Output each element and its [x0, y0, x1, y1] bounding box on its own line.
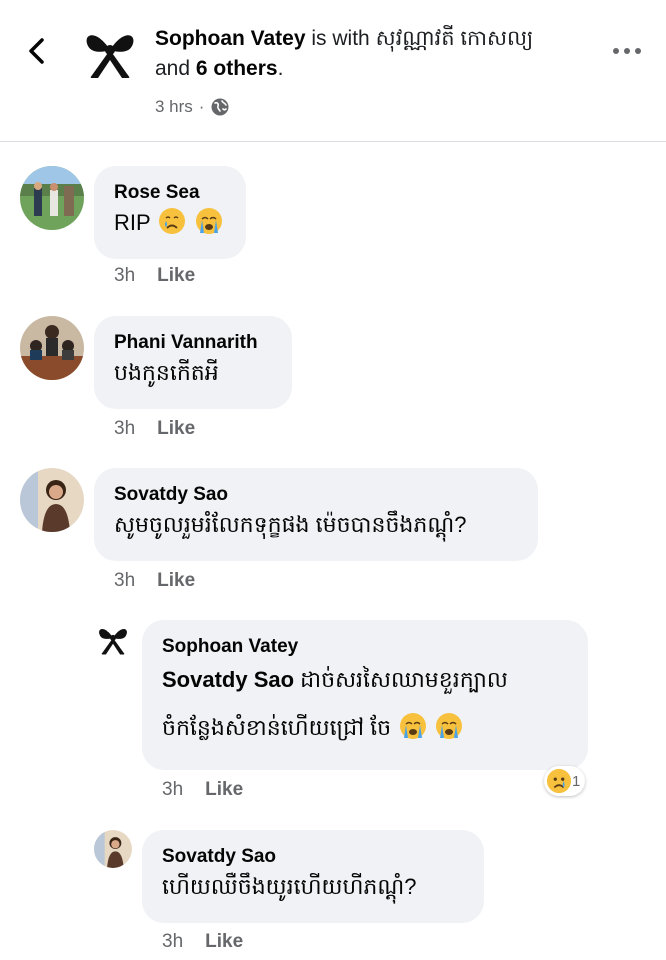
- reply-bubble: Sophoan Vatey Sovatdy Sao ដាច់សរសៃឈាមខួរ…: [142, 620, 588, 770]
- reply-time[interactable]: 3h: [162, 779, 183, 801]
- reply-bubble: Sovatdy Sao ហើយឈឺចឹងយូរហើយហីភណ្ដុំ?: [142, 830, 484, 923]
- reply-text-line2: ចំកន្លែងសំខាន់ហើយជ្រៅ ចែ: [162, 715, 392, 740]
- comment-author[interactable]: Rose Sea: [114, 180, 226, 206]
- comment-actions: 3h Like: [114, 570, 195, 592]
- black-ribbon-icon: RIP: [78, 20, 142, 84]
- more-dots-icon: [613, 48, 641, 54]
- and-text: and: [155, 57, 191, 80]
- tagged-person[interactable]: សុវណ្ណាវតី កោសល្យ: [376, 27, 534, 50]
- comment-text-content: RIP: [114, 210, 151, 235]
- loudly-crying-face-icon: [195, 208, 222, 234]
- back-button[interactable]: [22, 34, 54, 68]
- like-button[interactable]: Like: [205, 779, 243, 801]
- reply-time[interactable]: 3h: [162, 931, 183, 953]
- avatar-photo: [94, 830, 132, 868]
- comment-bubble: Rose Sea RIP: [94, 166, 246, 259]
- comment-text: RIP: [114, 206, 226, 240]
- post-attribution: Sophoan Vatey is with សុវណ្ណាវតី កោសល្យ …: [155, 24, 585, 84]
- comment-author[interactable]: Phani Vannarith: [114, 330, 272, 356]
- black-ribbon-icon: RIP: [94, 620, 132, 658]
- author-name[interactable]: Sophoan Vatey: [155, 27, 306, 50]
- comment-bubble: Sovatdy Sao សូមចូលរួមរំលែកទុក្ខផង ម៉េចបា…: [94, 468, 538, 561]
- reply-text: Sovatdy Sao ដាច់សរសៃឈាមខួរក្បាល ចំកន្លែង…: [162, 656, 568, 752]
- avatar-photo: [20, 468, 84, 532]
- mention-tag[interactable]: Sovatdy Sao: [162, 667, 294, 692]
- reaction-count: 1: [572, 772, 581, 790]
- sad-reaction-icon: [546, 768, 572, 794]
- post-meta: 3 hrs ·: [155, 97, 230, 117]
- globe-icon: [211, 98, 229, 116]
- comment-author[interactable]: Sovatdy Sao: [114, 482, 518, 508]
- comment-text: បងកូនកើតអី: [114, 360, 219, 385]
- commenter-avatar[interactable]: [20, 316, 84, 380]
- author-avatar[interactable]: RIP: [78, 20, 142, 84]
- with-text: is with: [311, 27, 370, 50]
- comment-actions: 3h Like: [114, 265, 195, 287]
- comment-bubble: Phani Vannarith បងកូនកើតអី: [94, 316, 292, 409]
- period: .: [277, 57, 284, 80]
- crying-face-icon: [159, 208, 186, 234]
- reaction-badge[interactable]: 1: [544, 766, 586, 796]
- reply-text: ហើយឈឺចឹងយូរហើយហីភណ្ដុំ?: [162, 874, 417, 899]
- avatar-photo: [20, 316, 84, 380]
- svg-text:RIP: RIP: [107, 626, 119, 634]
- post-time[interactable]: 3 hrs: [155, 97, 193, 117]
- commenter-avatar[interactable]: [20, 166, 84, 230]
- reply-author[interactable]: Sovatdy Sao: [162, 844, 464, 870]
- replier-avatar[interactable]: [94, 830, 132, 868]
- others-link[interactable]: 6 others: [196, 57, 278, 80]
- more-options-button[interactable]: [612, 44, 642, 58]
- reply-text-line1: ដាច់សរសៃឈាមខួរក្បាល: [300, 667, 508, 692]
- meta-separator: ·: [198, 97, 205, 116]
- like-button[interactable]: Like: [205, 931, 243, 953]
- reply-actions: 3h Like: [162, 779, 243, 801]
- svg-text:RIP: RIP: [101, 32, 119, 43]
- avatar-photo: [20, 166, 84, 230]
- comment-text: សូមចូលរួមរំលែកទុក្ខផង ម៉េចបានចឹងភណ្ដុំ?: [114, 512, 467, 537]
- comment-time[interactable]: 3h: [114, 418, 135, 440]
- like-button[interactable]: Like: [157, 570, 195, 592]
- post-header: RIP Sophoan Vatey is with សុវណ្ណាវតី កោស…: [0, 0, 666, 142]
- commenter-avatar[interactable]: [20, 468, 84, 532]
- like-button[interactable]: Like: [157, 265, 195, 287]
- like-button[interactable]: Like: [157, 418, 195, 440]
- loudly-crying-face-icon: [400, 713, 427, 739]
- loudly-crying-face-icon: [436, 713, 463, 739]
- comment-time[interactable]: 3h: [114, 265, 135, 287]
- comment-actions: 3h Like: [114, 418, 195, 440]
- reply-actions: 3h Like: [162, 931, 243, 953]
- replier-avatar[interactable]: RIP: [94, 620, 132, 658]
- comment-time[interactable]: 3h: [114, 570, 135, 592]
- chevron-left-icon: [29, 38, 44, 64]
